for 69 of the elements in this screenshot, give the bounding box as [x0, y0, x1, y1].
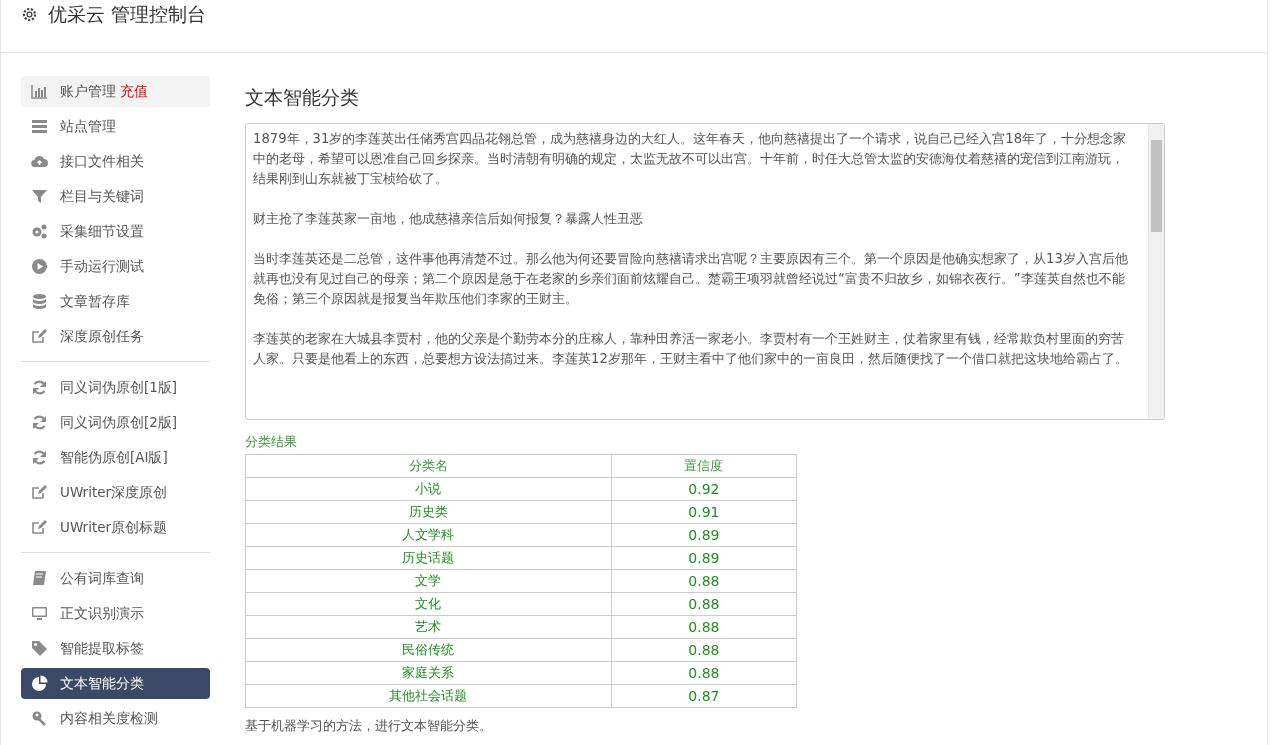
table-cell: 文学 — [245, 569, 612, 593]
sidebar-item[interactable]: UWriter原创标题 — [21, 512, 210, 543]
edit-icon — [31, 328, 48, 345]
scrollbar[interactable] — [1148, 124, 1164, 419]
sidebar-item[interactable]: 接口文件相关 — [21, 146, 210, 177]
sidebar-item[interactable]: 正文识别演示 — [21, 598, 210, 629]
sidebar-item[interactable]: 站点管理 — [21, 111, 210, 142]
key-icon — [31, 710, 48, 727]
result-label: 分类结果 — [245, 434, 298, 451]
sidebar-item[interactable]: 文章暂存库 — [21, 286, 210, 317]
book-icon — [31, 570, 48, 587]
table-cell: 0.88 — [611, 569, 797, 593]
sidebar-item[interactable]: UWriter深度原创 — [21, 477, 210, 508]
table-cell: 民俗传统 — [245, 638, 612, 662]
table-cell: 历史类 — [245, 500, 612, 524]
description-text: 基于机器学习的方法，进行文本智能分类。 — [245, 717, 493, 735]
sidebar-item[interactable]: 智能提取标签 — [21, 633, 210, 664]
pie-icon — [31, 675, 48, 692]
sidebar-item[interactable]: 内容相关度检测 — [21, 703, 210, 734]
edit-icon — [31, 519, 48, 536]
sidebar-item[interactable]: 同义词伪原创[2版] — [21, 407, 210, 438]
sidebar-item[interactable]: 深度原创任务 — [21, 321, 210, 352]
refresh-icon — [31, 379, 48, 396]
app-title: 优采云 管理控制台 — [48, 2, 207, 27]
gears-icon — [31, 223, 48, 240]
table-cell: 0.88 — [611, 592, 797, 616]
monitor-icon — [31, 605, 48, 622]
table-cell: 家庭关系 — [245, 661, 612, 685]
refresh-icon — [31, 414, 48, 431]
settings-icon — [21, 6, 38, 23]
table-cell: 0.88 — [611, 615, 797, 639]
table-cell: 其他社会话题 — [245, 684, 612, 708]
table-cell: 0.92 — [611, 477, 797, 501]
sidebar-item[interactable]: 智能伪原创[AI版] — [21, 442, 210, 473]
server-icon — [31, 118, 48, 135]
paragraph: 1879年，31岁的李莲英出任储秀宫四品花翎总管，成为慈禧身边的大红人。这年春天，他向慈禧提出了一个请求，说自己已经入宫18年了，十分想念家中的老母，希望可以恩准自己回乡探亲。当时清朝有明确的规定，太监无故不可以出宫。十年前，时任大总管太监的安德海仗着慈禧的宠信到江南游玩，结果刚到山东就被丁宝桢给砍了。 — [253, 130, 1128, 188]
table-cell: 小说 — [245, 477, 612, 501]
table-cell: 文化 — [245, 592, 612, 616]
table-cell: 历史话题 — [245, 546, 612, 570]
table-cell: 0.88 — [611, 638, 797, 662]
column-header: 置信度 — [611, 454, 797, 478]
sidebar-item[interactable]: 公有词库查询 — [21, 563, 210, 594]
paragraph: 财主抢了李莲英家一亩地，他成慈禧亲信后如何报复？暴露人性丑恶 — [253, 210, 644, 228]
sidebar-item[interactable]: 采集细节设置 — [21, 216, 210, 247]
table-cell: 艺术 — [245, 615, 612, 639]
paragraph: 李莲英的老家在大城县李贾村，他的父亲是个勤劳本分的庄稼人，靠种田养活一家老小。李贾村有一个王姓财主，仗着家里有钱，经常欺负村里面的穷苦人家。只要是他看上的东西，总要想方设法搞过来。李莲英12岁那年，王财主看中了他们家中的一亩良田，然后随便找了一个借口就把这块地给霸占了。 — [253, 330, 1129, 368]
column-header: 分类名 — [245, 454, 612, 478]
table-cell: 人文学科 — [245, 523, 612, 547]
text-area[interactable] — [245, 123, 1165, 420]
edit-icon — [31, 484, 48, 501]
filter-icon — [31, 188, 48, 205]
table-cell: 0.88 — [611, 661, 797, 685]
sidebar-item[interactable]: 账户管理 充值 — [21, 76, 210, 107]
sidebar-item[interactable]: 文本智能分类 — [21, 668, 210, 699]
chart-icon — [31, 83, 48, 100]
sidebar-item[interactable]: 手动运行测试 — [21, 251, 210, 282]
sidebar-item[interactable]: 同义词伪原创[1版] — [21, 372, 210, 403]
refresh-icon — [31, 449, 48, 466]
paragraph: 当时李莲英还是二总管，这件事他再清楚不过。那么他为何还要冒险向慈禧请求出宫呢？主要原因有三个。第一个原因是他确实想家了，从13岁入宫后他就再也没有见过自己的母亲；第二个原因是急于在老家的乡亲们面前炫耀自己。楚霸王项羽就曾经说过“富贵不归故乡，如锦衣夜行。”李莲英自然也不能免俗；第三个原因就是报复当年欺压他们李家的王财主。 — [253, 250, 1129, 308]
sidebar-item[interactable]: 栏目与关键词 — [21, 181, 210, 212]
table-cell: 0.89 — [611, 523, 797, 547]
table-cell: 0.91 — [611, 500, 797, 524]
page-title: 文本智能分类 — [245, 85, 360, 110]
table-cell: 0.87 — [611, 684, 797, 708]
play-icon — [31, 258, 48, 275]
tag-icon — [31, 640, 48, 657]
table-cell: 0.89 — [611, 546, 797, 570]
database-icon — [31, 293, 48, 310]
cloud-icon — [31, 153, 48, 170]
